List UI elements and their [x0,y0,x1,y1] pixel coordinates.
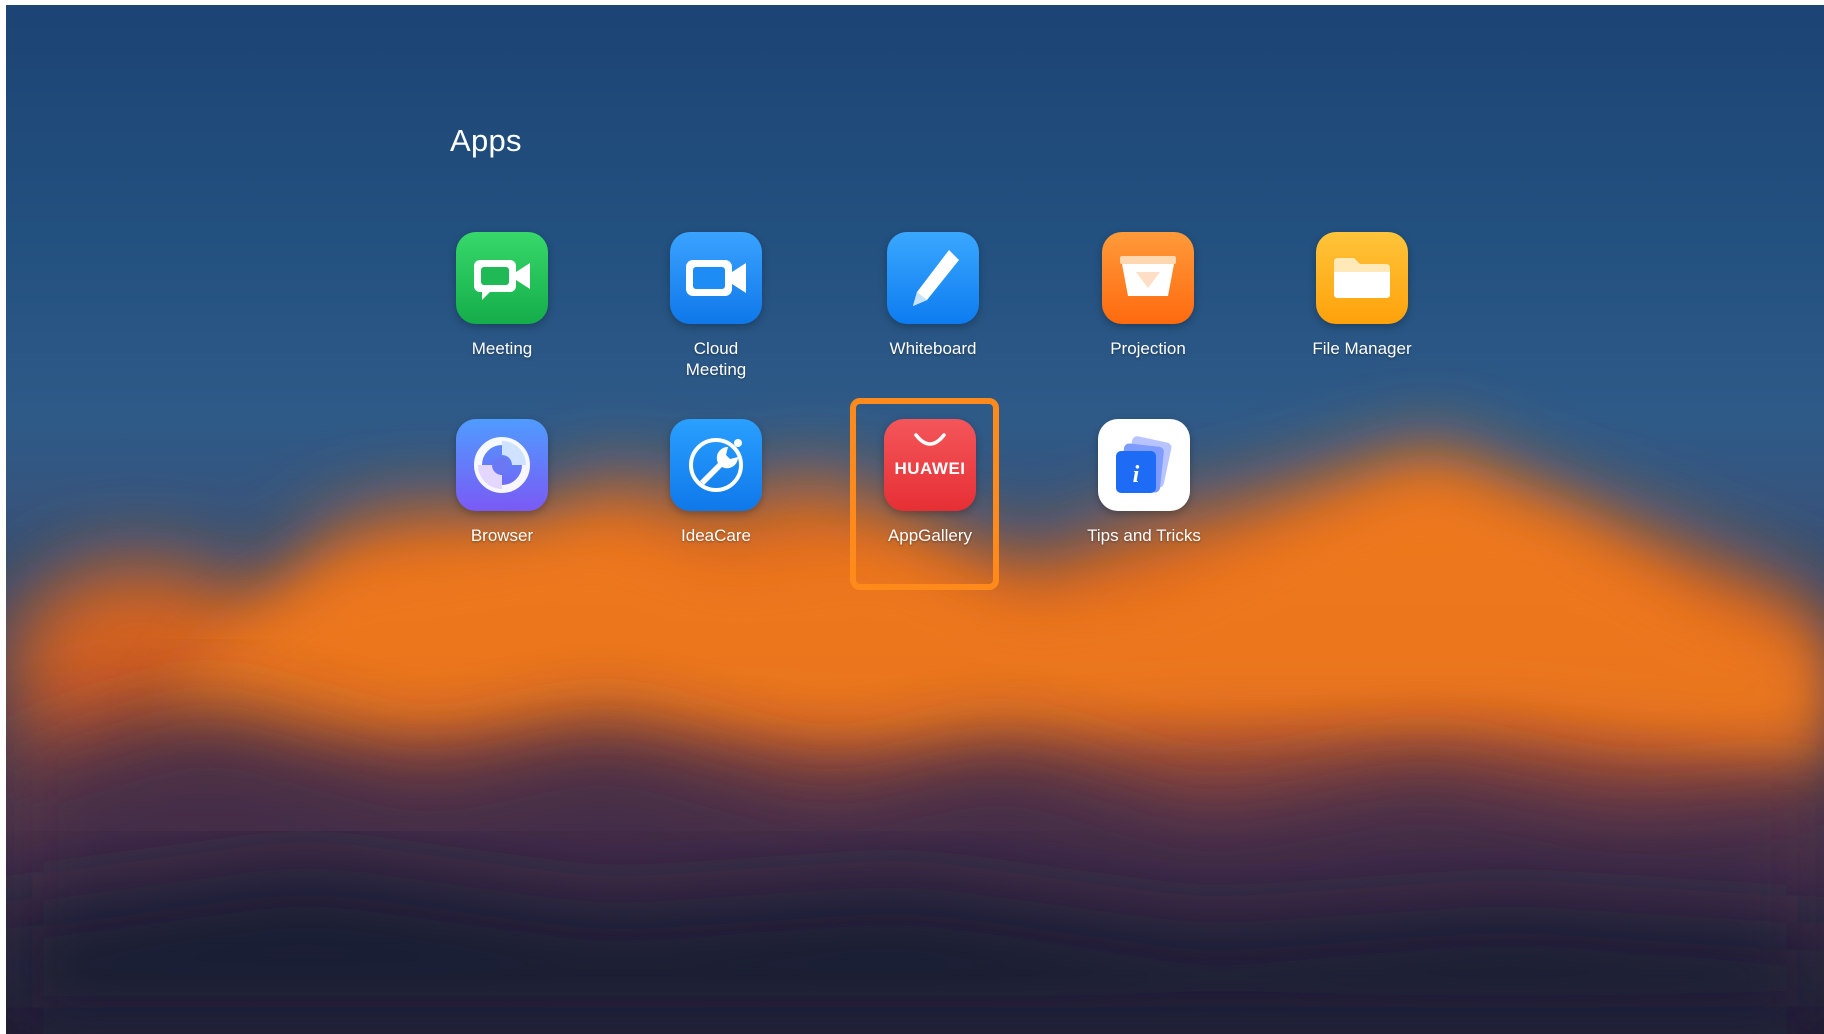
app-projection[interactable]: Projection [1058,232,1238,359]
app-cloud-meeting[interactable]: Cloud Meeting [626,232,806,380]
folder-icon [1316,232,1408,324]
app-label-file-manager: File Manager [1312,339,1412,358]
app-label-whiteboard: Whiteboard [889,339,977,358]
app-browser[interactable]: Browser [412,419,592,546]
app-label-meeting: Meeting [471,339,533,358]
whiteboard-pen-icon [887,232,979,324]
svg-text:i: i [1133,462,1140,488]
browser-icon [456,419,548,511]
app-tips-and-tricks[interactable]: i Tips and Tricks [1054,419,1234,546]
wrench-icon [670,419,762,511]
app-launcher-screen: Apps Meeting Cloud Meeting Whiteboard Pr… [6,5,1824,1034]
app-label-cloud-meeting: Cloud Meeting [685,339,747,379]
tips-info-icon: i [1098,419,1190,511]
app-file-manager[interactable]: File Manager [1272,232,1452,359]
cloud-meeting-icon [670,232,762,324]
app-label-ideacare: IdeaCare [681,526,751,545]
app-ideacare[interactable]: IdeaCare [626,419,806,546]
appgallery-highlight-box [850,398,999,590]
app-label-browser: Browser [470,526,534,545]
app-whiteboard[interactable]: Whiteboard [843,232,1023,359]
projection-icon [1102,232,1194,324]
page-title: Apps [450,123,522,158]
app-label-projection: Projection [1110,339,1186,358]
app-label-tips-and-tricks: Tips and Tricks [1087,526,1201,545]
meeting-icon [456,232,548,324]
app-meeting[interactable]: Meeting [412,232,592,359]
